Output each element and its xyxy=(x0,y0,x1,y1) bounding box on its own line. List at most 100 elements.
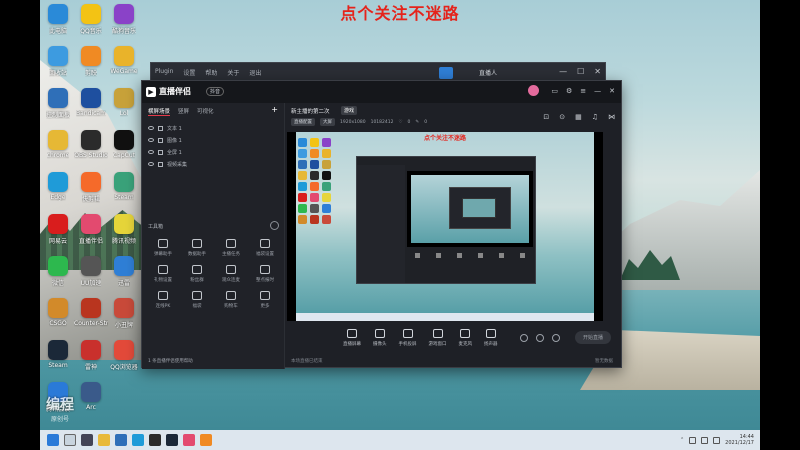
tool-item[interactable]: 连线PK xyxy=(146,291,180,309)
desktop-icon[interactable]: 回收站 xyxy=(42,46,74,84)
layer-item[interactable]: 全屏 1 xyxy=(148,146,278,158)
live-companion-icon[interactable] xyxy=(182,434,195,446)
layer-item[interactable]: 图像 1 xyxy=(148,134,278,146)
tool-item[interactable]: 观众连麦 xyxy=(214,265,248,283)
desktop-icon[interactable]: 网易云 xyxy=(42,214,74,252)
config-chip[interactable]: 直播配置 xyxy=(291,118,315,126)
share-icon[interactable]: ⋈ xyxy=(608,113,615,121)
minimize-icon[interactable]: — xyxy=(559,67,567,76)
menu-item[interactable]: 设置 xyxy=(183,68,195,77)
eye-icon[interactable] xyxy=(148,150,154,154)
tool-item[interactable]: 福袋 xyxy=(180,291,214,309)
lock-icon[interactable] xyxy=(158,125,163,131)
search-icon[interactable] xyxy=(63,434,76,446)
desktop-icon[interactable]: 迅雷 xyxy=(108,256,140,294)
desktop-icon[interactable]: QQ浏览器 xyxy=(108,340,140,378)
tool-item[interactable]: 更多 xyxy=(248,291,282,309)
background-window-action-button[interactable] xyxy=(439,67,453,79)
maximize-icon[interactable]: ☐ xyxy=(577,67,584,76)
volume-icon[interactable] xyxy=(701,436,709,444)
tool-item[interactable]: 整点报时 xyxy=(248,265,282,283)
desktop-icon[interactable]: 直播伴侣 xyxy=(75,214,107,252)
tool-item[interactable]: 礼物设置 xyxy=(146,265,180,283)
menu-item[interactable]: 关于 xyxy=(227,68,239,77)
settings-icon[interactable] xyxy=(551,334,560,342)
store-icon[interactable] xyxy=(114,434,127,446)
steam-icon[interactable] xyxy=(165,434,178,446)
effects-icon[interactable] xyxy=(535,334,544,342)
desktop-icon[interactable]: chrome xyxy=(42,130,74,168)
desktop-icon[interactable]: 小丑牌 xyxy=(108,298,140,336)
eye-icon[interactable] xyxy=(148,138,154,142)
eye-icon[interactable] xyxy=(148,126,154,130)
start-icon[interactable] xyxy=(46,434,59,446)
lock-icon[interactable] xyxy=(158,137,163,143)
tab-0[interactable]: 横屏场景 xyxy=(148,107,171,116)
desktop-icon[interactable]: 剪映 xyxy=(75,46,107,84)
tool-item[interactable]: 弹幕助手 xyxy=(146,239,180,257)
source-button[interactable]: 扬声器 xyxy=(484,329,498,347)
camera-switch-icon[interactable] xyxy=(519,334,528,342)
desktop-icon[interactable]: WeGame xyxy=(108,46,140,84)
minimize-icon[interactable]: — xyxy=(594,87,601,96)
task-view-icon[interactable] xyxy=(80,434,93,446)
file-explorer-icon[interactable] xyxy=(97,434,110,446)
source-button[interactable]: 麦克风 xyxy=(459,329,472,347)
tool-item[interactable]: 福袋设置 xyxy=(248,239,282,257)
tab-1[interactable]: 竖屏 xyxy=(178,107,189,116)
desktop-icon[interactable]: CapCut xyxy=(108,130,140,168)
help-link[interactable]: 1 条直播伴侣使用帮助 xyxy=(148,358,193,364)
room-category-tag[interactable]: 游戏 xyxy=(341,106,358,115)
desktop-icon[interactable]: Lol xyxy=(108,88,140,126)
network-icon[interactable] xyxy=(689,436,697,444)
menu-item[interactable]: Plugin xyxy=(155,68,173,77)
tab-2[interactable]: 可视化 xyxy=(197,107,214,116)
layer-item[interactable]: 文本 1 xyxy=(148,122,278,134)
add-scene-icon[interactable]: + xyxy=(271,106,278,116)
desktop-icon[interactable]: Steam xyxy=(42,340,74,378)
desktop-icon[interactable]: OBS Studio xyxy=(74,130,108,168)
tool-item[interactable]: 数据助手 xyxy=(180,239,214,257)
tool-item[interactable]: 粉丝群 xyxy=(180,265,214,283)
avatar[interactable] xyxy=(528,85,540,96)
room-title[interactable]: 新主播的第二次 xyxy=(291,107,330,115)
menu-icon[interactable]: ≡ xyxy=(580,87,586,96)
bell-icon[interactable]: ♫ xyxy=(592,113,598,121)
toolbox-more-button[interactable] xyxy=(270,221,279,230)
platform-badge[interactable]: 抖音 xyxy=(206,87,225,96)
app-icon[interactable] xyxy=(199,434,212,446)
layout-icon[interactable]: ▦ xyxy=(575,113,582,121)
desktop-icon[interactable]: 微信 xyxy=(42,256,74,294)
record-icon[interactable]: ⊙ xyxy=(559,113,565,121)
close-icon[interactable]: ✕ xyxy=(594,67,601,76)
desktop-icon[interactable]: 腾讯视频 xyxy=(108,214,140,252)
message-icon[interactable]: ▭ xyxy=(551,87,558,96)
desktop-icon[interactable]: UU加速 xyxy=(75,256,107,294)
eye-icon[interactable] xyxy=(148,162,154,166)
menu-item[interactable]: 退出 xyxy=(249,68,261,77)
source-button[interactable]: 直播屏幕 xyxy=(343,329,361,347)
source-button[interactable]: 摄像头 xyxy=(373,329,387,347)
tool-item[interactable]: 购物车 xyxy=(214,291,248,309)
source-button[interactable]: 游戏窗口 xyxy=(429,329,447,347)
tool-item[interactable]: 主播任务 xyxy=(214,239,248,257)
desktop-icon[interactable]: Counter-Strike xyxy=(74,298,108,336)
lock-icon[interactable] xyxy=(158,161,163,167)
desktop-icon[interactable]: Arc xyxy=(75,382,107,420)
desktop-icon[interactable]: Bandicam xyxy=(75,88,107,126)
settings-icon[interactable]: ⚙ xyxy=(566,87,572,96)
desktop-icon[interactable]: 雷神 xyxy=(75,340,107,378)
desktop-icon[interactable]: 控制面板 xyxy=(42,88,74,126)
obs-icon[interactable] xyxy=(148,434,161,446)
screen-chip[interactable]: 大屏 xyxy=(320,118,335,126)
stream-preview[interactable]: 点个关注不迷路 xyxy=(287,132,603,321)
desktop-icon[interactable]: Steam xyxy=(108,172,140,210)
start-live-button[interactable]: 开始直播 xyxy=(575,331,611,344)
lock-icon[interactable] xyxy=(158,149,163,155)
edge-icon[interactable] xyxy=(131,434,144,446)
source-button[interactable]: 手机投屏 xyxy=(399,329,417,347)
close-icon[interactable]: ✕ xyxy=(609,87,615,96)
input-method-icon[interactable] xyxy=(713,436,721,444)
desktop-icon[interactable]: 快剪辑 xyxy=(75,172,107,210)
chevron-up-icon[interactable]: ⌃ xyxy=(680,437,684,443)
